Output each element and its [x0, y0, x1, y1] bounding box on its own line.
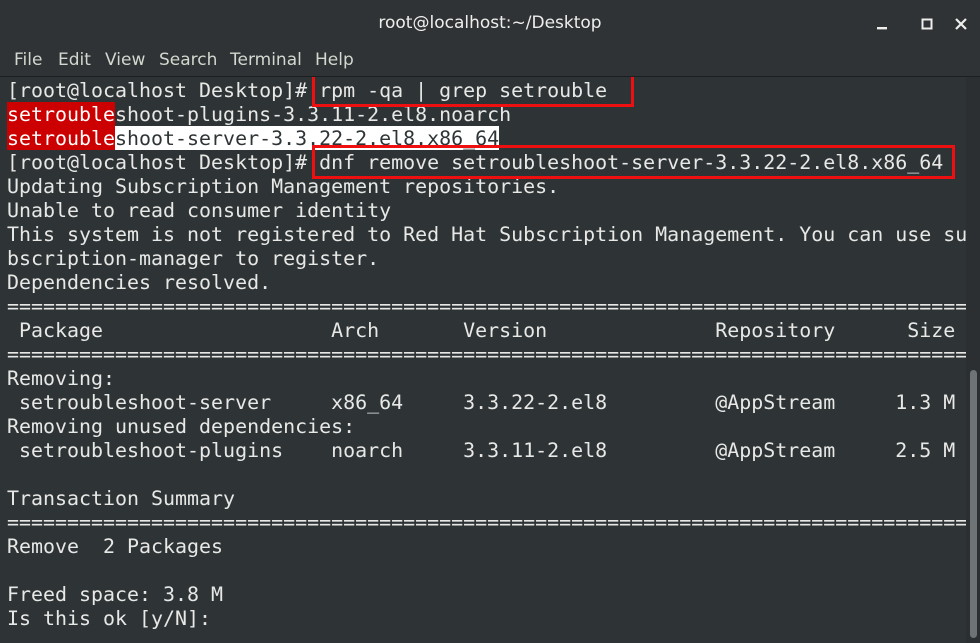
- annotation-box-dnf-command: [312, 145, 955, 179]
- window-title: root@localhost:~/Desktop: [378, 13, 602, 33]
- minimize-icon: [877, 27, 887, 30]
- grep-match: setrouble: [7, 102, 116, 126]
- terminal-line: Freed space: 3.8 M: [7, 582, 224, 606]
- input-prompt: Is this ok [y/N]:: [7, 606, 224, 630]
- menu-search[interactable]: Search: [159, 45, 217, 76]
- minimize-button[interactable]: [872, 14, 892, 34]
- terminal-line: bscription-manager to register.: [7, 246, 380, 270]
- scrollbar[interactable]: [966, 77, 980, 643]
- title-bar[interactable]: root@localhost:~/Desktop: [0, 0, 980, 45]
- menu-file[interactable]: File: [14, 45, 42, 76]
- terminal-line: Remove 2 Packages: [7, 534, 224, 558]
- annotation-box-rpm-command: [312, 77, 634, 107]
- terminal-line: Transaction Summary: [7, 486, 236, 510]
- separator-line: ========================================…: [7, 342, 967, 366]
- separator-line: ========================================…: [7, 510, 967, 534]
- maximize-icon: [921, 18, 933, 30]
- close-icon: [955, 18, 967, 30]
- close-button[interactable]: [951, 14, 971, 34]
- separator-line: ========================================…: [7, 294, 967, 318]
- terminal-line: Removing:: [7, 366, 116, 390]
- menu-terminal[interactable]: Terminal: [230, 45, 302, 76]
- table-header: Package Arch Version Repository Size: [7, 318, 956, 342]
- menu-help[interactable]: Help: [315, 45, 354, 76]
- table-row: setroubleshoot-server x86_64 3.3.22-2.el…: [7, 390, 956, 414]
- terminal-window: root@localhost:~/Desktop File Edit View …: [0, 0, 980, 643]
- grep-match: setrouble: [7, 126, 116, 150]
- scrollbar-thumb[interactable]: [970, 370, 977, 638]
- terminal-line: Dependencies resolved.: [7, 270, 272, 294]
- terminal-line: Is this ok [y/N]:: [7, 606, 967, 630]
- terminal-line: This system is not registered to Red Hat…: [7, 222, 967, 246]
- terminal-line: Removing unused dependencies:: [7, 414, 356, 438]
- menu-bar: File Edit View Search Terminal Help: [0, 45, 980, 77]
- prompt: [root@localhost Desktop]#: [7, 150, 320, 174]
- table-row: setroubleshoot-plugins noarch 3.3.11-2.e…: [7, 438, 956, 462]
- menu-view[interactable]: View: [105, 45, 145, 76]
- terminal-line: Unable to read consumer identity: [7, 198, 392, 222]
- terminal-area[interactable]: [root@localhost Desktop]# rpm -qa | grep…: [0, 77, 980, 643]
- prompt: [root@localhost Desktop]#: [7, 78, 320, 102]
- menu-edit[interactable]: Edit: [58, 45, 91, 76]
- maximize-button[interactable]: [917, 14, 937, 34]
